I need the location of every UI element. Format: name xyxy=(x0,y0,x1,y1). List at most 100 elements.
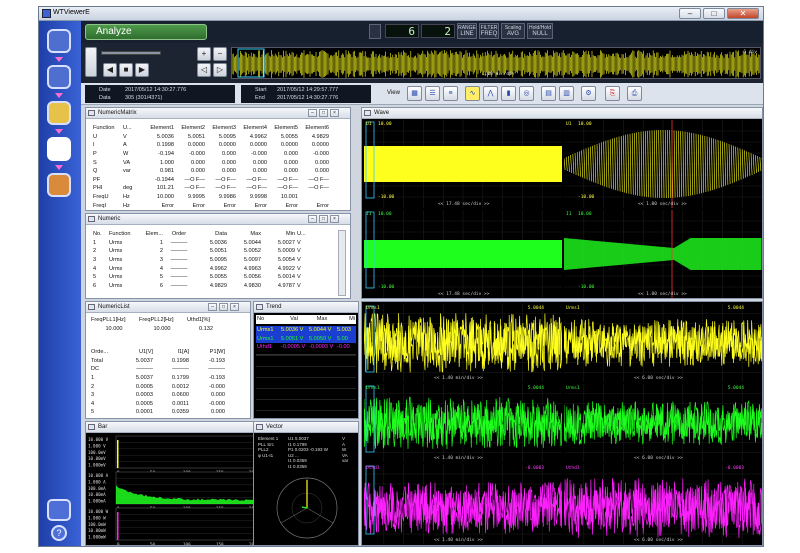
print-button[interactable]: ⎙ xyxy=(627,86,642,101)
table-cell: 4.9829 xyxy=(209,282,227,289)
maximize-button[interactable]: □ xyxy=(703,8,725,19)
table-cell: 0.1998 xyxy=(171,357,189,364)
view-vector-button[interactable]: ◎ xyxy=(519,86,534,101)
panel-maximize-button[interactable]: □ xyxy=(219,303,228,311)
tag-null: Hold/Hold NULL xyxy=(527,23,553,39)
trend-titlebar: Trend xyxy=(254,302,358,313)
layout-tile-button[interactable]: ▤ xyxy=(541,86,556,101)
table-row: 4 Urms 4 ——— 4.9962 4.9963 4.9922 V xyxy=(92,264,316,273)
step-back-icon[interactable]: ◁ xyxy=(197,63,211,77)
trend-graphic xyxy=(364,304,562,382)
wave-u1-zoom2[interactable]: U1 10.00 -10.00 << 1.00 sec/div >> xyxy=(564,120,762,208)
panel-minimize-button[interactable]: – xyxy=(308,109,317,117)
close-button[interactable]: ✕ xyxy=(727,8,759,19)
table-row: I A 0.1998 0.0000 0.0000 0.0000 0.0000 0.0000 xyxy=(92,141,330,150)
panel-minimize-button[interactable]: – xyxy=(208,303,217,311)
view-list-button[interactable]: ≡ xyxy=(443,86,458,101)
wave-i1-zoom1[interactable]: I1 10.00 -10.00 << 17.48 sec/div >> xyxy=(364,210,562,298)
step-forward-icon[interactable]: ▷ xyxy=(213,63,227,77)
trend-uthd1-zoom1[interactable]: Uthd1 -0.0003 << 1.40 min/div >> xyxy=(364,464,562,544)
view-wave-button[interactable]: ∿ xyxy=(465,86,480,101)
play-button[interactable]: ▶ xyxy=(135,63,149,77)
table-cell: 5.0055 xyxy=(280,133,298,140)
zoom-out-icon[interactable]: − xyxy=(213,47,227,61)
panel-maximize-button[interactable]: □ xyxy=(319,215,328,223)
trend-cell: Urms1 xyxy=(257,327,274,334)
trend-urms2-zoom1[interactable]: Urms1 5.0044 << 1.40 min/div >> xyxy=(364,384,562,462)
trend-row[interactable]: Uthd1 -0.0005 V -0.0003 V -0.00 xyxy=(256,343,356,352)
view-trend-button[interactable]: ⋀ xyxy=(483,86,498,101)
table-cell: 5.0014 xyxy=(277,274,295,281)
csv-export-button[interactable]: ⎘ xyxy=(605,86,620,101)
bar-y-label: 1.000 W xyxy=(88,515,106,520)
table-cell: 4.9830 xyxy=(243,282,261,289)
view-bar-button[interactable]: ▮ xyxy=(501,86,516,101)
view-numeric-button[interactable]: ☰ xyxy=(425,86,440,101)
top-bar: Analyze 6 2 RANGE LINE FILTER FREQ Scaling… xyxy=(81,21,763,43)
column-header: Max xyxy=(250,231,261,238)
trace-envelope xyxy=(364,146,562,182)
bar-series xyxy=(117,512,119,540)
overview-right-scale: 1 div xyxy=(743,50,757,55)
table-cell: —O F— xyxy=(308,185,329,192)
table-cell: 0.000 xyxy=(253,168,267,175)
settings-button[interactable]: ⚙ xyxy=(581,86,596,101)
trend-table: No Val Max Mi xyxy=(256,315,356,324)
sidebar-analyze-icon[interactable] xyxy=(47,137,71,161)
sidebar-report-icon[interactable] xyxy=(47,173,71,197)
vector-diagram xyxy=(276,477,338,539)
stop-button[interactable]: ■ xyxy=(119,63,133,77)
table-cell: 4.9829 xyxy=(311,133,329,140)
zoom-in-icon[interactable]: + xyxy=(197,47,211,61)
panel-minimize-button[interactable]: – xyxy=(308,215,317,223)
trend-row[interactable]: Urms1 5.0036 V 5.0044 V 5.003 xyxy=(256,326,356,335)
sidebar-record-icon[interactable] xyxy=(47,101,71,125)
rewind-button[interactable]: ◀ xyxy=(103,63,117,77)
panel-close-button[interactable]: × xyxy=(330,215,339,223)
table-cell: 5 xyxy=(159,274,163,281)
table-cell: PF xyxy=(93,176,101,183)
minimize-button[interactable]: – xyxy=(679,8,701,19)
bar-y-label: 1.000 A xyxy=(88,479,106,484)
panel-close-button[interactable]: × xyxy=(230,303,239,311)
table-cell: 0.000 xyxy=(191,159,205,166)
trend-uthd1-zoom2[interactable]: Uthd1 -0.0003 << 6.00 sec/div >> xyxy=(564,464,762,544)
trend-urms1-zoom2[interactable]: Urms1 5.0044 << 6.00 sec/div >> xyxy=(564,304,762,382)
trend-urms2-zoom2[interactable]: Urms1 5.0044 << 6.00 sec/div >> xyxy=(564,384,762,462)
bar-title: Bar xyxy=(98,424,108,430)
table-cell: ——— xyxy=(172,366,189,373)
trend-cell: 5.0036 V xyxy=(281,327,304,334)
table-cell: 0.000 xyxy=(284,159,298,166)
page-icon[interactable] xyxy=(85,47,97,77)
layout-stack-button[interactable]: ▥ xyxy=(559,86,574,101)
wave-i1-zoom2[interactable]: I1 10.00 -10.00 << 1.00 sec/div >> xyxy=(564,210,762,298)
help-icon[interactable]: ? xyxy=(51,525,67,541)
save-icon[interactable] xyxy=(47,499,71,521)
numeric-panel: Numeric – □ × No. Function Elem... Order… xyxy=(85,213,351,299)
sidebar-connect-icon[interactable] xyxy=(47,29,71,53)
trend-row[interactable]: Urms1 5.0051 V 5.0050 V 5.00 xyxy=(256,334,356,344)
table-cell: Error xyxy=(254,202,267,209)
panel-maximize-button[interactable]: □ xyxy=(319,109,328,117)
table-cell: 1 xyxy=(159,239,163,246)
overview-waveform[interactable]: 1 div 1.00 min/div xyxy=(231,47,761,79)
table-cell: 4.9787 xyxy=(277,282,295,289)
trend-graphic xyxy=(364,464,562,544)
panel-close-button[interactable]: × xyxy=(330,109,339,117)
table-cell: Urms xyxy=(109,282,123,289)
table-cell: 5.0051 xyxy=(209,248,227,255)
wave-label-u1: U1 xyxy=(566,122,572,127)
wave-u1-zoom1[interactable]: U1 10.00 -10.00 << 17.48 sec/div >> xyxy=(364,120,562,208)
view-matrix-button[interactable]: ▦ xyxy=(407,86,422,101)
numeric-scrollbar[interactable] xyxy=(338,230,346,296)
panel-icon xyxy=(256,424,263,430)
app-window: WTViewerE – □ ✕ ? Analyze 6 2 RANGE LINE … xyxy=(38,6,764,547)
sidebar-measure-icon[interactable] xyxy=(47,65,71,89)
table-cell: 5.0009 xyxy=(277,248,295,255)
bar-y-label: 100.0mA xyxy=(88,486,106,491)
table-cell: 0.000 xyxy=(315,159,329,166)
trend-urms1-zoom1[interactable]: Urms1 5.0044 << 1.40 min/div >> xyxy=(364,304,562,382)
trend-cell: Uthd1 xyxy=(257,344,272,351)
position-slider[interactable] xyxy=(101,51,161,55)
table-cell: 6 xyxy=(159,282,163,289)
